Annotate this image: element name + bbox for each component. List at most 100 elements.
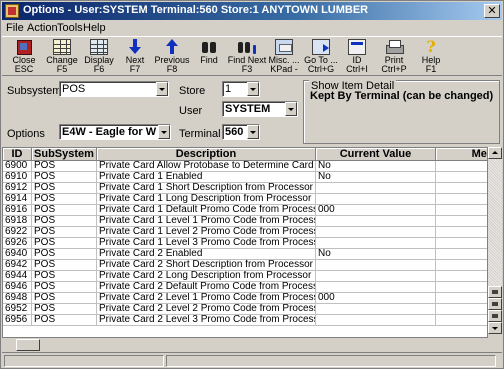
- table-row[interactable]: 6948 POS Private Card 2 Level 1 Promo Code…: [3, 293, 487, 304]
- cell-current-value: No: [316, 249, 436, 260]
- misc-button[interactable]: Misc. ... KPad -: [264, 39, 304, 75]
- menu-help[interactable]: Help: [83, 22, 106, 34]
- cell-message: [436, 249, 487, 260]
- chevron-down-icon[interactable]: [247, 125, 259, 139]
- store-select[interactable]: 1: [222, 81, 260, 97]
- cell-subsystem: POS: [32, 172, 97, 183]
- window-close-button[interactable]: ✕: [484, 4, 500, 18]
- cell-subsystem: POS: [32, 205, 97, 216]
- cell-description: Private Card 1 Level 3 Promo Code from P…: [97, 238, 316, 249]
- scroll-track[interactable]: [488, 159, 502, 286]
- vertical-scrollbar[interactable]: [488, 147, 502, 338]
- keypad-icon: [275, 39, 293, 55]
- menu-file[interactable]: File: [6, 22, 24, 34]
- column-header-message[interactable]: Mes: [436, 148, 487, 161]
- cell-subsystem: POS: [32, 315, 97, 326]
- cell-description: Private Card 2 Default Promo Code from P…: [97, 282, 316, 293]
- chevron-down-icon[interactable]: [247, 82, 259, 96]
- grid-edit-icon: [53, 39, 71, 55]
- previous-button[interactable]: Previous F8: [152, 39, 192, 75]
- binoculars-next-icon: [238, 39, 256, 55]
- cell-id: 6946: [3, 282, 32, 293]
- column-header-current-value[interactable]: Current Value: [316, 148, 436, 161]
- subsystem-label: Subsystem: [7, 85, 62, 97]
- cell-current-value: 000: [316, 293, 436, 304]
- scroll-first-icon[interactable]: [488, 286, 502, 298]
- display-button[interactable]: Display F6: [79, 39, 119, 75]
- cell-description: Private Card 2 Level 2 Promo Code from P…: [97, 304, 316, 315]
- cell-description: Private Card 2 Level 3 Promo Code from P…: [97, 315, 316, 326]
- scroll-down-icon[interactable]: [488, 322, 502, 334]
- cell-subsystem: POS: [32, 293, 97, 304]
- chevron-down-icon[interactable]: [158, 125, 170, 139]
- table-row[interactable]: 6942 POS Private Card 2 Short Description …: [3, 260, 487, 271]
- find-next-shortcut: F3: [241, 64, 253, 74]
- cell-current-value: [316, 282, 436, 293]
- id-shortcut: Ctrl+I: [346, 64, 368, 74]
- menu-action[interactable]: Action: [27, 22, 58, 34]
- cell-message: [436, 271, 487, 282]
- help-button[interactable]: ? Help F1: [411, 39, 451, 75]
- cell-id: 6900: [3, 161, 32, 172]
- change-button[interactable]: Change F5: [42, 39, 82, 75]
- column-header-subsystem[interactable]: SubSystem: [32, 148, 97, 161]
- terminal-label: Terminal: [179, 128, 221, 140]
- table-row[interactable]: 6918 POS Private Card 1 Level 1 Promo Code…: [3, 216, 487, 227]
- cell-current-value: [316, 238, 436, 249]
- cell-id: 6910: [3, 172, 32, 183]
- goto-button[interactable]: Go To ... Ctrl+G: [301, 39, 341, 75]
- cell-subsystem: POS: [32, 249, 97, 260]
- menu-tools[interactable]: Tools: [57, 22, 83, 34]
- options-grid[interactable]: ID SubSystem Description Current Value M…: [2, 147, 488, 338]
- table-row[interactable]: 6910 POS Private Card 1 Enabled No: [3, 172, 487, 183]
- scroll-last-icon[interactable]: [488, 310, 502, 322]
- scroll-up-icon[interactable]: [488, 147, 502, 159]
- horizontal-scrollbar[interactable]: [2, 339, 488, 351]
- find-label: Find: [200, 55, 218, 65]
- cell-subsystem: POS: [32, 183, 97, 194]
- print-button[interactable]: Print Ctrl+P: [374, 39, 414, 75]
- status-pane-left: [4, 355, 164, 367]
- table-row[interactable]: 6914 POS Private Card 1 Long Description f…: [3, 194, 487, 205]
- next-button[interactable]: Next F7: [115, 39, 155, 75]
- scroll-page-icon[interactable]: [488, 298, 502, 310]
- cell-message: [436, 194, 487, 205]
- cell-id: 6918: [3, 216, 32, 227]
- cell-subsystem: POS: [32, 238, 97, 249]
- cell-message: [436, 161, 487, 172]
- table-row[interactable]: 6916 POS Private Card 1 Default Promo Code…: [3, 205, 487, 216]
- terminal-select[interactable]: 560: [222, 124, 260, 140]
- column-header-id[interactable]: ID: [3, 148, 32, 161]
- options-select[interactable]: E4W - Eagle for Win: [59, 124, 171, 140]
- options-value: E4W - Eagle for Win: [62, 126, 156, 138]
- previous-shortcut: F8: [166, 64, 178, 74]
- table-row[interactable]: 6922 POS Private Card 1 Level 2 Promo Code…: [3, 227, 487, 238]
- table-row[interactable]: 6952 POS Private Card 2 Level 2 Promo Code…: [3, 304, 487, 315]
- cell-id: 6940: [3, 249, 32, 260]
- chevron-down-icon[interactable]: [156, 82, 168, 96]
- table-row[interactable]: 6912 POS Private Card 1 Short Description …: [3, 183, 487, 194]
- chevron-down-icon[interactable]: [285, 102, 297, 116]
- print-shortcut: Ctrl+P: [381, 64, 407, 74]
- scroll-thumb[interactable]: [16, 339, 40, 351]
- table-row[interactable]: 6946 POS Private Card 2 Default Promo Code…: [3, 282, 487, 293]
- table-row[interactable]: 6956 POS Private Card 2 Level 3 Promo Code…: [3, 315, 487, 326]
- cell-current-value: No: [316, 172, 436, 183]
- status-pane-right: [166, 355, 496, 367]
- column-header-description[interactable]: Description: [97, 148, 316, 161]
- find-next-button[interactable]: Find Next F3: [227, 39, 267, 75]
- find-button[interactable]: Find: [189, 39, 229, 75]
- table-row[interactable]: 6900 POS Private Card Allow Protobase to D…: [3, 161, 487, 172]
- close-button[interactable]: Close ESC: [4, 39, 44, 75]
- id-card-icon: [348, 39, 366, 55]
- table-row[interactable]: 6926 POS Private Card 1 Level 3 Promo Code…: [3, 238, 487, 249]
- id-button[interactable]: ID Ctrl+I: [337, 39, 377, 75]
- subsystem-select[interactable]: POS: [59, 81, 169, 97]
- title-bar[interactable]: Options - User:SYSTEM Terminal:560 Store…: [2, 2, 502, 20]
- table-row[interactable]: 6944 POS Private Card 2 Long Description f…: [3, 271, 487, 282]
- cell-current-value: [316, 260, 436, 271]
- user-select[interactable]: SYSTEM: [222, 101, 298, 117]
- close-shortcut: ESC: [14, 64, 34, 74]
- grid-display-icon: [90, 39, 108, 55]
- table-row[interactable]: 6940 POS Private Card 2 Enabled No: [3, 249, 487, 260]
